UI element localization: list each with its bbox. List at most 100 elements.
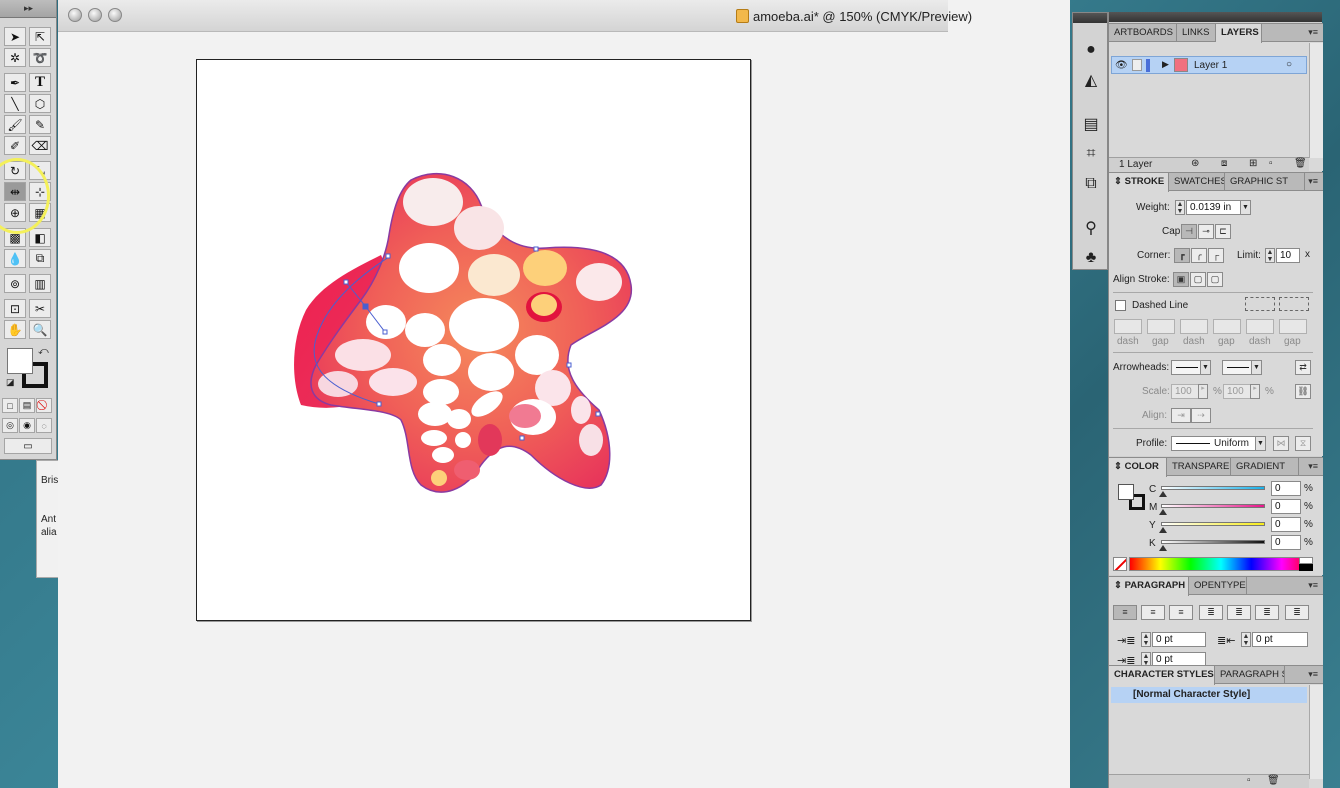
tab-opentype[interactable]: OPENTYPE — [1189, 577, 1247, 595]
screen-mode-icon[interactable]: ▭ — [4, 438, 52, 454]
bevel-join-icon[interactable]: ┌ — [1208, 248, 1224, 263]
document-titlebar[interactable]: amoeba.ai* @ 150% (CMYK/Preview) — [58, 0, 972, 32]
round-cap-icon[interactable]: ⊸ — [1198, 224, 1214, 239]
panel-menu-icon[interactable]: ▾≡ — [1308, 461, 1318, 472]
appearance-panel-icon[interactable]: ● — [1079, 39, 1103, 61]
hand-tool-icon[interactable]: ✋ — [4, 320, 26, 339]
blob-brush-tool-icon[interactable]: ✐ — [4, 136, 26, 155]
target-circle-icon[interactable]: ○ — [1286, 59, 1292, 70]
artboard[interactable] — [196, 59, 751, 621]
paintbrush-tool-icon[interactable]: 🖌 — [4, 115, 26, 134]
align-center-icon[interactable]: ≡ — [1141, 605, 1165, 620]
black-slider[interactable] — [1161, 540, 1265, 544]
zoom-tool-icon[interactable]: 🔍 — [29, 320, 51, 339]
arrow-extend-icon[interactable]: ⇥ — [1171, 408, 1191, 423]
link-scale-icon[interactable]: ⛓ — [1295, 384, 1311, 399]
symbol-sprayer-tool-icon[interactable]: ⊚ — [4, 274, 26, 293]
pencil-tool-icon[interactable]: ✎ — [29, 115, 51, 134]
tab-paragraph-styles[interactable]: PARAGRAPH S — [1215, 666, 1285, 684]
justify-all-icon[interactable]: ≣ — [1285, 605, 1309, 620]
color-panel[interactable]: ⇕ COLOR TRANSPAREN GRADIENT ▾≡ C 0 % M 0… — [1109, 457, 1323, 575]
minimize-window-button[interactable] — [88, 8, 102, 22]
dash-field-3[interactable] — [1246, 319, 1274, 334]
selection-tool-icon[interactable]: ➤ — [4, 27, 26, 46]
tab-links[interactable]: LINKS — [1177, 24, 1216, 42]
stroke-panel[interactable]: ⇕ STROKE SWATCHES GRAPHIC ST ▾≡ Weight: … — [1109, 172, 1323, 456]
none-color-icon[interactable] — [1113, 557, 1127, 571]
preserve-dashes-icon[interactable] — [1245, 297, 1275, 311]
cyan-slider[interactable] — [1161, 486, 1265, 490]
artboard-tool-icon[interactable]: ⊡ — [4, 299, 26, 318]
blend-tool-icon[interactable]: ⧉ — [29, 249, 51, 268]
right-indent-field[interactable]: 0 pt — [1252, 632, 1308, 647]
tab-stroke[interactable]: ⇕ STROKE — [1109, 173, 1169, 192]
layers-panel[interactable]: ARTBOARDS LINKS LAYERS ▾≡ 👁 ▶ Layer 1 ○ … — [1109, 23, 1323, 171]
column-graph-tool-icon[interactable]: ▥ — [29, 274, 51, 293]
new-layer-icon[interactable]: ▫ — [1269, 158, 1273, 169]
dash-field-2[interactable] — [1180, 319, 1208, 334]
yellow-slider[interactable] — [1161, 522, 1265, 526]
swap-arrowheads-icon[interactable]: ⇄ — [1295, 360, 1311, 375]
black-slider-thumb[interactable] — [1159, 545, 1167, 551]
document-window[interactable]: amoeba.ai* @ 150% (CMYK/Preview) — [58, 0, 1070, 788]
right-indent-stepper[interactable]: ▲ ▼ — [1241, 632, 1251, 647]
align-dashes-icon[interactable] — [1279, 297, 1309, 311]
none-mode-icon[interactable]: ⃠ — [36, 398, 52, 413]
tab-transparency[interactable]: TRANSPAREN — [1167, 458, 1231, 476]
start-scale-stepper[interactable]: ▸ — [1198, 384, 1208, 399]
magenta-slider-thumb[interactable] — [1159, 509, 1167, 515]
limit-field[interactable]: 10 — [1276, 248, 1300, 263]
tab-gradient[interactable]: GRADIENT — [1231, 458, 1299, 476]
make-clipping-mask-icon[interactable]: ⧈ — [1221, 158, 1227, 169]
delete-style-icon[interactable]: 🗑 — [1267, 775, 1280, 786]
pathfinder-panel-icon[interactable]: ⧉ — [1079, 173, 1103, 195]
layer-row[interactable]: 👁 ▶ Layer 1 ○ — [1111, 56, 1307, 74]
left-indent-stepper[interactable]: ▲ ▼ — [1141, 632, 1151, 647]
justify-left-icon[interactable]: ≣ — [1199, 605, 1223, 620]
white-swatch[interactable] — [1299, 557, 1313, 564]
pen-tool-icon[interactable]: ✒ — [4, 73, 26, 92]
weight-dropdown[interactable]: ▼ — [1240, 200, 1251, 215]
expand-triangle-icon[interactable]: ▶ — [1162, 59, 1169, 70]
end-scale-field[interactable]: 100 — [1223, 384, 1251, 399]
color-mode-icon[interactable]: □ — [2, 398, 18, 413]
projecting-cap-icon[interactable]: ⊏ — [1215, 224, 1231, 239]
swap-fill-stroke-icon[interactable]: ⤺ — [38, 346, 49, 357]
align-left-icon[interactable]: ≡ — [1113, 605, 1137, 620]
slice-tool-icon[interactable]: ✂ — [29, 299, 51, 318]
color-spectrum[interactable] — [1129, 557, 1313, 571]
polygon-tool-icon[interactable]: ⬡ — [29, 94, 51, 113]
start-scale-field[interactable]: 100 — [1171, 384, 1199, 399]
lasso-tool-icon[interactable]: ➰ — [29, 48, 51, 67]
panels-header[interactable] — [1109, 12, 1322, 22]
draw-behind-icon[interactable]: ◉ — [19, 418, 35, 433]
new-sublayer-icon[interactable]: ⊞ — [1249, 158, 1257, 169]
eraser-tool-icon[interactable]: ⌫ — [29, 136, 51, 155]
zoom-window-button[interactable] — [108, 8, 122, 22]
eyedropper-tool-icon[interactable]: 💧 — [4, 249, 26, 268]
miter-join-icon[interactable]: ┏ — [1174, 248, 1190, 263]
dash-field-1[interactable] — [1114, 319, 1142, 334]
arrow-place-icon[interactable]: ⇢ — [1191, 408, 1211, 423]
flip-along-icon[interactable]: ⋈ — [1273, 436, 1289, 451]
collapsed-panel-strip[interactable]: ● ◭ ▤ ⌗ ⧉ ⚲ ♣ — [1072, 12, 1108, 270]
tab-layers[interactable]: LAYERS — [1216, 24, 1262, 43]
layer-name[interactable]: Layer 1 — [1194, 60, 1227, 71]
panel-menu-icon[interactable]: ▾≡ — [1308, 27, 1318, 38]
magenta-field[interactable]: 0 — [1271, 499, 1301, 514]
docked-panels[interactable]: ARTBOARDS LINKS LAYERS ▾≡ 👁 ▶ Layer 1 ○ … — [1108, 12, 1323, 788]
weight-stepper[interactable]: ▲ ▼ — [1175, 200, 1185, 215]
gradient-mode-icon[interactable]: ▤ — [19, 398, 35, 413]
direct-selection-tool-icon[interactable]: ⇱ — [29, 27, 51, 46]
delete-layer-icon[interactable]: 🗑 — [1294, 158, 1307, 169]
gap-field-1[interactable] — [1147, 319, 1175, 334]
tools-panel[interactable]: ▸▸ ➤ ⇱ ✲ ➰ ✒ T ╲ ⬡ 🖌 ✎ ✐ ⌫ ↻ ⤡ ⇹ ⊹ ⊕ ▦ ▩… — [0, 0, 57, 460]
yellow-field[interactable]: 0 — [1271, 517, 1301, 532]
type-tool-icon[interactable]: T — [29, 73, 51, 92]
styles-scrollbar[interactable] — [1309, 685, 1323, 779]
yellow-slider-thumb[interactable] — [1159, 527, 1167, 533]
line-tool-icon[interactable]: ╲ — [4, 94, 26, 113]
visibility-eye-icon[interactable]: 👁 — [1115, 60, 1128, 71]
dashed-line-checkbox[interactable] — [1115, 300, 1126, 311]
panel-menu-icon[interactable]: ▾≡ — [1308, 669, 1318, 680]
